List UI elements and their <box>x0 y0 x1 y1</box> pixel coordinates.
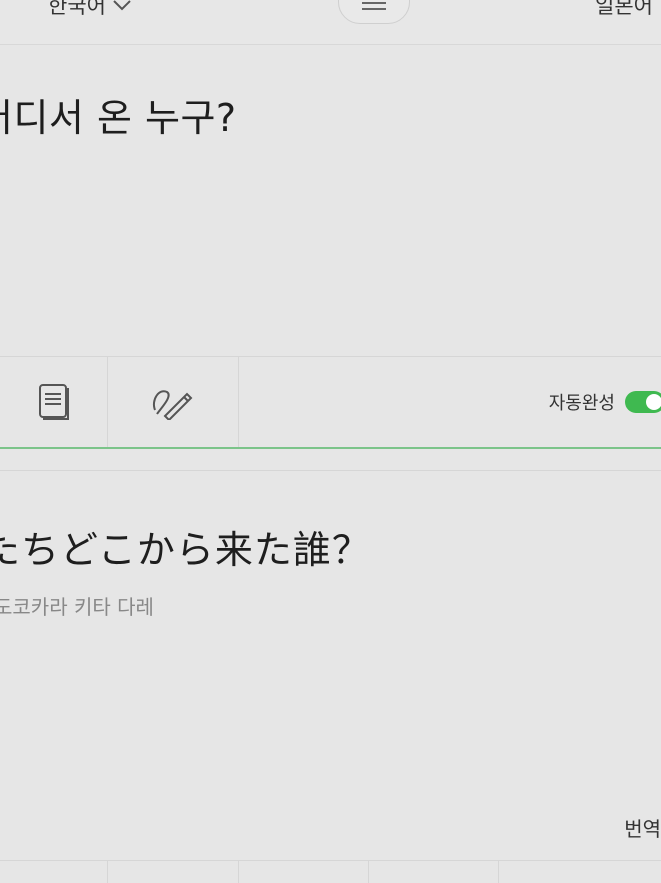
handwriting-icon <box>153 390 193 420</box>
toolbar-divider <box>238 861 239 883</box>
toolbar-divider <box>368 861 369 883</box>
input-toolbar: 자동완성 <box>0 356 661 449</box>
autocomplete-label: 자동완성 <box>548 393 615 414</box>
document-button[interactable] <box>0 357 108 447</box>
handwriting-button[interactable] <box>108 357 239 447</box>
source-language-selector[interactable]: 한국어 <box>48 0 132 20</box>
source-text[interactable]: 어디서 온 누구? <box>0 87 237 142</box>
swap-arrows-icon <box>362 2 386 10</box>
chevron-down-icon <box>113 0 131 11</box>
target-language-label: 일본어 <box>595 0 653 18</box>
source-language-label: 한국어 <box>48 0 106 18</box>
source-panel[interactable]: 어디서 온 누구? <box>0 45 661 356</box>
result-panel: たちどこから来た誰？ 도코카라 키타 다레 번역 <box>0 470 661 861</box>
autocomplete-toggle[interactable] <box>625 391 661 413</box>
toolbar-divider <box>498 861 499 883</box>
bottom-toolbar <box>0 860 661 883</box>
language-bar: 한국어 일본어 <box>0 0 661 45</box>
pronunciation-text: 도코카라 키타 다레 <box>0 595 154 619</box>
translate-button[interactable]: 번역 <box>624 813 661 842</box>
toolbar-divider <box>107 861 108 883</box>
target-language-selector[interactable]: 일본어 <box>595 0 653 20</box>
swap-languages-button[interactable] <box>338 0 410 24</box>
autocomplete-control[interactable]: 자동완성 <box>549 357 661 447</box>
toggle-knob <box>646 394 661 410</box>
translated-text: たちどこから来た誰？ <box>0 528 371 572</box>
document-icon <box>38 384 69 420</box>
